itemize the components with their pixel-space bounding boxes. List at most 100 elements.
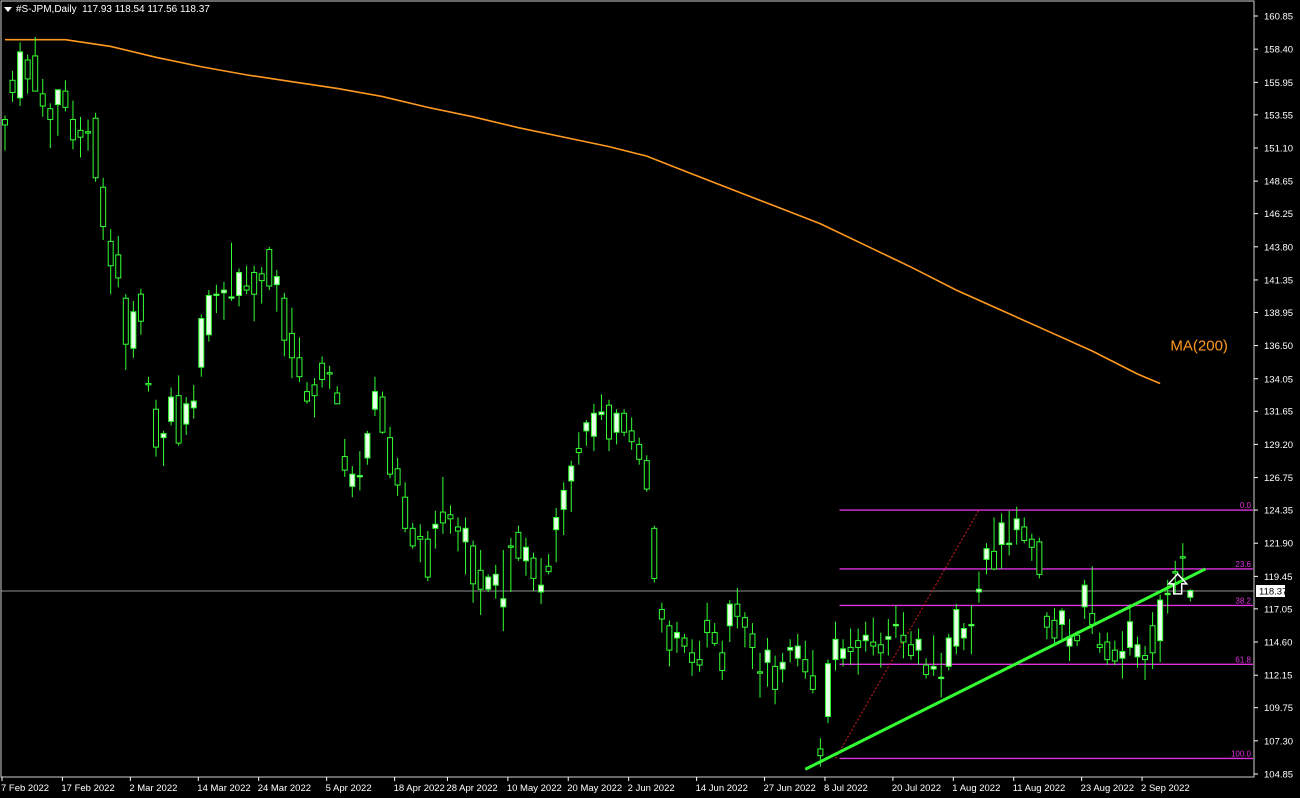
fibonacci-retracement[interactable]: 0.0 23.6 38.2 61.8 100.0 [835,501,1254,760]
candle-body [1006,542,1013,546]
y-tick-label: 148.65 [1264,177,1293,188]
candle-body [92,117,99,179]
candle-body [1051,619,1058,639]
candle-body [341,456,348,471]
fib-level-label: 23.6 [1235,560,1251,569]
candle-body [824,663,831,717]
candle-body [107,240,114,267]
candle-body [998,522,1005,546]
candle-body [734,603,741,617]
y-tick-label: 104.85 [1264,770,1293,781]
x-tick-label: 27 Jun 2022 [764,783,816,794]
candle-body [923,664,930,676]
y-tick-label: 114.60 [1264,638,1292,649]
candle-body [636,443,643,460]
candle-body [258,273,265,282]
candle-body [553,516,560,531]
candle-body [719,652,726,671]
candle-body [515,531,522,559]
candle-body [892,623,899,627]
y-tick-label: 153.55 [1264,110,1293,121]
candle-body [153,408,159,448]
candle-body [794,645,801,659]
x-tick-label: 14 Mar 2022 [197,783,250,794]
candle-body [500,598,507,608]
candle-body [621,412,628,433]
candle-body [371,391,378,410]
candle-body [1164,592,1171,596]
price-chart[interactable]: 0.023.638.261.8100.0 160.85158.40155.951… [0,0,1300,798]
candle-body [145,382,152,386]
candle-body [628,430,635,443]
candle-body [983,548,990,560]
candle-body [606,404,612,440]
x-tick-label: 17 Feb 2022 [61,783,114,794]
candle-body [236,272,243,297]
candle-body [326,372,333,375]
candle-body [696,659,703,666]
plot-area [0,0,1255,778]
candle-body [1126,621,1133,648]
fib-level-label: 61.8 [1235,655,1251,664]
candle-body [251,272,258,295]
y-tick-label: 155.95 [1264,78,1293,89]
x-tick-label: 8 Jul 2022 [824,783,868,794]
candle-body [364,433,371,459]
y-tick-label: 134.05 [1264,374,1293,385]
candle-body [560,489,567,510]
x-tick-label: 20 Jul 2022 [892,783,941,794]
candle-body [213,293,220,297]
ma-200-line [5,38,1161,385]
candle-body [402,496,409,529]
candle-body [62,90,69,108]
x-tick-label: 20 May 2022 [567,783,622,794]
candle-body [1043,615,1050,628]
ma-label: MA(200) [1170,338,1228,355]
candle-body [477,569,484,590]
candle-body [417,535,424,540]
candle-body [319,362,326,380]
candle-body [273,276,280,286]
candle-body [130,311,137,349]
candle-body [1089,613,1096,625]
candle-body [304,391,310,402]
candle-body [24,59,31,80]
candle-body [507,545,514,548]
y-tick-label: 121.90 [1264,539,1293,550]
dropdown-triangle-icon[interactable] [4,6,12,12]
candle-body [575,447,582,454]
candle-body [1081,584,1088,608]
candle-body [832,638,839,661]
candle-body [530,557,537,579]
y-tick-label: 107.30 [1264,736,1293,747]
candle-body [1157,599,1164,642]
current-price-label: 118.37 [1259,586,1287,597]
x-tick-label: 23 Aug 2022 [1081,783,1134,794]
y-tick-label: 119.45 [1264,572,1292,583]
x-tick-label: 10 May 2022 [507,783,562,794]
candle-body [711,632,718,644]
candle-body [462,527,469,543]
candle-body [183,403,190,425]
candle-body [1036,541,1043,575]
candle-body [1134,644,1141,658]
candle-body [85,131,92,134]
y-tick-label: 160.85 [1264,12,1293,23]
y-tick-label: 109.75 [1264,703,1293,714]
ohlc-readout: 117.93 118.54 117.56 118.37 [82,4,210,15]
candle-body [455,526,461,532]
candle-body [908,644,914,657]
symbol-label: #S-JPM,Daily [16,4,77,15]
candle-body [862,634,869,642]
x-tick-label: 14 Jun 2022 [696,783,748,794]
candle-body [809,675,816,690]
candle-body [205,295,212,336]
candle-body [175,395,182,444]
candle-body [334,392,341,405]
candle-body [100,186,107,227]
x-tick-label: 28 Apr 2022 [446,783,497,794]
x-tick-label: 11 Aug 2022 [1013,783,1066,794]
candle-body [1142,655,1149,661]
candle-body [281,297,288,341]
candle-body [1119,651,1126,659]
